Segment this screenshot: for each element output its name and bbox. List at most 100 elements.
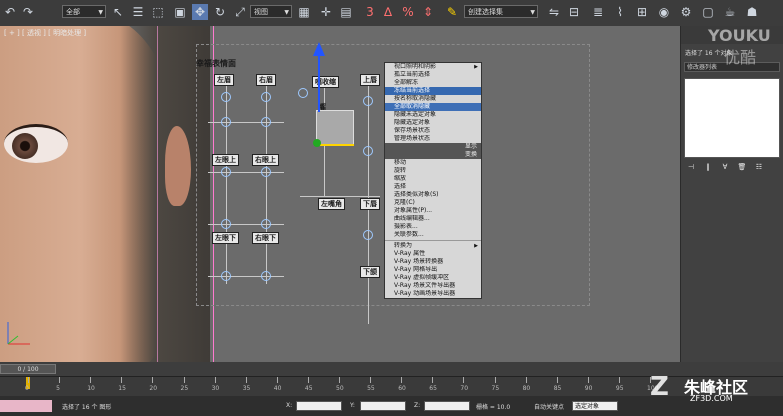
- show-end-result-icon[interactable]: ‖: [701, 163, 715, 173]
- viewport-label[interactable]: [ + ] [ 透视 ] [ 明暗处理 ]: [4, 28, 86, 38]
- auto-key-button[interactable]: 自动关键点: [534, 402, 564, 411]
- snap-icon[interactable]: 3: [362, 4, 378, 20]
- slider-knob[interactable]: [221, 117, 231, 127]
- menu-item[interactable]: 全部取消隐藏: [385, 103, 481, 111]
- keyboard-shortcut-icon[interactable]: ▤: [338, 4, 354, 20]
- slider-knob[interactable]: [261, 219, 271, 229]
- slider-knob[interactable]: [298, 88, 308, 98]
- menu-item[interactable]: 选择: [385, 183, 481, 191]
- manipulate-icon[interactable]: ✛: [318, 4, 334, 20]
- rect-select-icon[interactable]: ⬚: [150, 4, 166, 20]
- menu-item[interactable]: 旋转: [385, 167, 481, 175]
- modifier-stack[interactable]: [684, 78, 780, 158]
- remove-modifier-icon[interactable]: 🗑: [735, 163, 749, 173]
- menu-item[interactable]: 缩放: [385, 175, 481, 183]
- control-lower-lip[interactable]: 下唇: [360, 198, 380, 210]
- gizmo-x-axis[interactable]: [318, 144, 354, 146]
- x-coord-field[interactable]: [296, 401, 342, 411]
- menu-item[interactable]: V-Ray 场景文件导出器: [385, 282, 481, 290]
- slider-knob[interactable]: [261, 167, 271, 177]
- menu-item[interactable]: 对象属性(P)...: [385, 207, 481, 215]
- window-crossing-icon[interactable]: ▣: [172, 4, 188, 20]
- move-icon[interactable]: ✥: [192, 4, 208, 20]
- menu-item[interactable]: 按名称取消隐藏: [385, 95, 481, 103]
- make-unique-icon[interactable]: ∀: [718, 163, 732, 173]
- menu-item[interactable]: V-Ray 网格导出: [385, 266, 481, 274]
- slider-knob[interactable]: [363, 146, 373, 156]
- key-filter-dropdown[interactable]: 选定对象: [572, 401, 618, 411]
- control-upper-lip[interactable]: 上唇: [360, 74, 380, 86]
- menu-item[interactable]: V-Ray 动画场景导出器: [385, 290, 481, 298]
- rotate-icon[interactable]: ↻: [212, 4, 228, 20]
- slider-knob[interactable]: [261, 271, 271, 281]
- control-mouth-shrink[interactable]: 嘴收缩: [312, 76, 339, 88]
- slider-knob[interactable]: [261, 117, 271, 127]
- menu-item[interactable]: V-Ray 虚拟帧缓冲区: [385, 274, 481, 282]
- control-left-eye-lower[interactable]: 左眼下: [212, 232, 239, 244]
- undo-icon[interactable]: ↶: [2, 4, 18, 20]
- spinner-snap-icon[interactable]: ⇕: [420, 4, 436, 20]
- menu-item[interactable]: 保存场景状态: [385, 127, 481, 135]
- control-left-brow[interactable]: 左眉: [214, 74, 234, 86]
- slider-knob[interactable]: [221, 271, 231, 281]
- menu-item[interactable]: 全部解冻: [385, 79, 481, 87]
- menu-item[interactable]: 隐藏选定对象: [385, 119, 481, 127]
- control-left-mouth-corner[interactable]: 左嘴角: [318, 198, 345, 210]
- slider-knob[interactable]: [363, 230, 373, 240]
- menu-item[interactable]: 视口照明和阴影: [385, 63, 481, 71]
- menu-item[interactable]: 关联参数...: [385, 231, 481, 239]
- selection-filter-dropdown[interactable]: 全部 ▼: [62, 5, 106, 18]
- menu-item[interactable]: V-Ray 场景转换器: [385, 258, 481, 266]
- render-icon[interactable]: ☕: [722, 4, 738, 20]
- ref-coord-dropdown[interactable]: 视图 ▼: [250, 5, 292, 18]
- control-right-brow[interactable]: 右眉: [256, 74, 276, 86]
- layer-icon[interactable]: ≣: [590, 4, 606, 20]
- align-icon[interactable]: ⊟: [566, 4, 582, 20]
- maxscript-listener[interactable]: [0, 400, 52, 412]
- slider-knob[interactable]: [221, 219, 231, 229]
- material-editor-icon[interactable]: ◉: [656, 4, 672, 20]
- pivot-icon[interactable]: ▦: [296, 4, 312, 20]
- menu-item[interactable]: 孤立当前选择: [385, 71, 481, 79]
- gizmo-y-axis[interactable]: [318, 52, 320, 112]
- time-slider[interactable]: 0 / 100: [0, 364, 56, 374]
- gizmo-pivot[interactable]: [313, 139, 321, 147]
- menu-item[interactable]: 选择类似对象(S): [385, 191, 481, 199]
- select-name-icon[interactable]: ☰: [130, 4, 146, 20]
- select-icon[interactable]: ↖: [110, 4, 126, 20]
- slider-knob[interactable]: [221, 92, 231, 102]
- slider-knob[interactable]: [363, 96, 373, 106]
- menu-item[interactable]: V-Ray 属性: [385, 250, 481, 258]
- render-frame-icon[interactable]: ▢: [700, 4, 716, 20]
- pin-stack-icon[interactable]: ⊣: [684, 163, 698, 173]
- menu-item[interactable]: 管理场景状态: [385, 135, 481, 143]
- slider-knob[interactable]: [261, 92, 271, 102]
- menu-item[interactable]: 隐藏未选定对象: [385, 111, 481, 119]
- y-coord-field[interactable]: [360, 401, 406, 411]
- angle-snap-icon[interactable]: ∆: [380, 4, 396, 20]
- menu-item[interactable]: 摄影表...: [385, 223, 481, 231]
- configure-sets-icon[interactable]: ☷: [752, 163, 766, 173]
- scale-icon[interactable]: ⤢: [232, 4, 248, 20]
- menu-item[interactable]: 移动: [385, 159, 481, 167]
- render-setup-icon[interactable]: ⚙: [678, 4, 694, 20]
- slider-knob[interactable]: [221, 167, 231, 177]
- redo-icon[interactable]: ↷: [20, 4, 36, 20]
- percent-snap-icon[interactable]: %: [400, 4, 416, 20]
- curve-editor-icon[interactable]: ⌇: [612, 4, 628, 20]
- mirror-icon[interactable]: ⇋: [546, 4, 562, 20]
- menu-item[interactable]: 转换为: [385, 242, 481, 250]
- menu-item[interactable]: 冻结当前选择: [385, 87, 481, 95]
- schematic-icon[interactable]: ⊞: [634, 4, 650, 20]
- perspective-viewport[interactable]: [ + ] [ 透视 ] [ 明暗处理 ] 幸福表情面 左眉 右眉 嘴收缩 上唇…: [0, 26, 680, 362]
- teapot-icon[interactable]: ☗: [744, 4, 760, 20]
- selection-set-dropdown[interactable]: 创建选择集 ▼: [464, 5, 538, 18]
- control-right-eye-upper[interactable]: 右眼上: [252, 154, 279, 166]
- control-jaw[interactable]: 下颌: [360, 266, 380, 278]
- control-left-eye-upper[interactable]: 左眼上: [212, 154, 239, 166]
- control-right-eye-lower[interactable]: 右眼下: [252, 232, 279, 244]
- z-coord-field[interactable]: [424, 401, 470, 411]
- menu-item[interactable]: 克隆(C): [385, 199, 481, 207]
- mouth-control-box[interactable]: [316, 110, 354, 146]
- edit-named-set-icon[interactable]: ✎: [444, 4, 460, 20]
